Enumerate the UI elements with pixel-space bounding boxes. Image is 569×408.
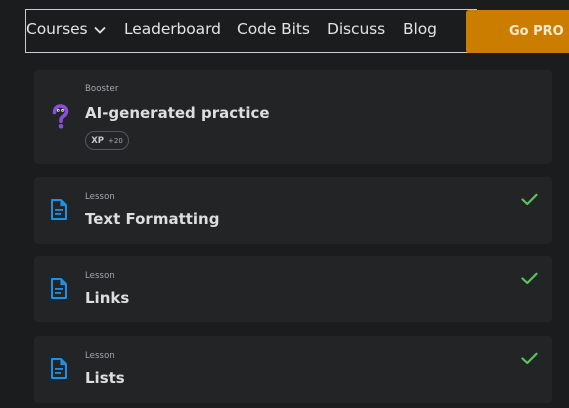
chevron-down-icon	[93, 26, 106, 34]
booster-kicker: Booster	[85, 84, 119, 94]
question-mark-icon	[52, 104, 69, 129]
page: Courses Leaderboard Code Bits Discuss Bl…	[0, 0, 569, 408]
lesson-kicker: Lesson	[85, 271, 115, 281]
lesson-card[interactable]: Lesson Links	[34, 256, 552, 322]
document-icon	[51, 199, 67, 220]
checkmark-icon	[521, 352, 538, 365]
xp-label: XP	[91, 135, 104, 146]
lesson-title: Text Formatting	[85, 210, 220, 228]
lesson-card[interactable]: Lesson Lists	[34, 336, 552, 403]
nav-courses-label: Courses	[26, 20, 88, 38]
xp-value: +20	[108, 136, 123, 145]
top-navigation: Courses Leaderboard Code Bits Discuss Bl…	[0, 0, 569, 62]
nav-discuss-link[interactable]: Discuss	[327, 20, 385, 38]
nav-leaderboard-link[interactable]: Leaderboard	[124, 20, 221, 38]
nav-blog-link[interactable]: Blog	[403, 20, 437, 38]
booster-card[interactable]: Booster AI-generated practice XP +20	[34, 70, 552, 164]
lesson-title: Links	[85, 289, 130, 307]
lesson-card[interactable]: Lesson Text Formatting	[34, 177, 552, 244]
lesson-kicker: Lesson	[85, 351, 115, 361]
lesson-title: Lists	[85, 369, 125, 387]
checkmark-icon	[521, 193, 538, 206]
document-icon	[51, 358, 67, 379]
go-pro-button[interactable]: Go PRO	[466, 10, 569, 53]
checkmark-icon	[521, 272, 538, 285]
booster-title: AI-generated practice	[85, 104, 270, 122]
nav-courses-dropdown[interactable]: Courses	[26, 20, 106, 38]
document-icon	[51, 278, 67, 299]
xp-badge: XP +20	[85, 131, 129, 150]
nav-code-bits-link[interactable]: Code Bits	[237, 20, 310, 38]
lesson-kicker: Lesson	[85, 192, 115, 202]
